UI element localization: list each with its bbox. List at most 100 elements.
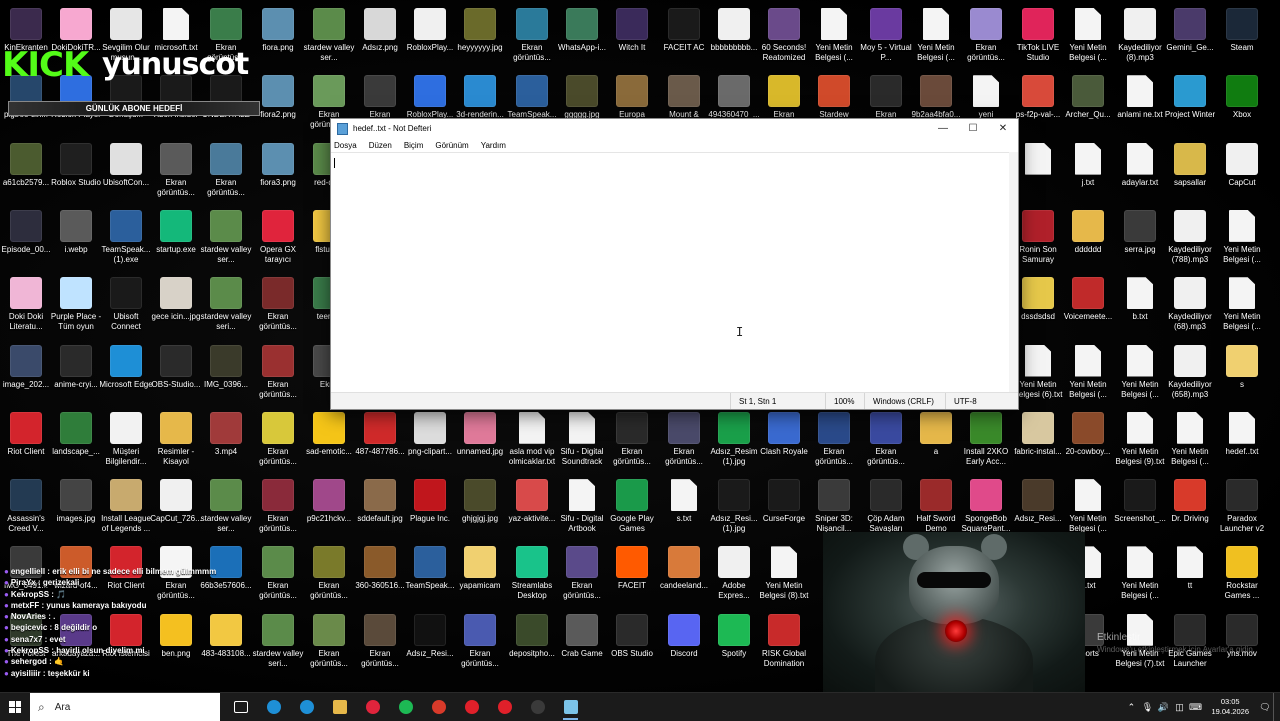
desktop-icon[interactable]: Yeni Metin Belgesi (9).txt xyxy=(1114,408,1166,474)
desktop-icon[interactable]: Moy 5 - Virtual P... xyxy=(860,4,912,70)
desktop-icon[interactable]: Project Winter xyxy=(1164,71,1216,137)
desktop-icon[interactable]: IMG_0396... xyxy=(200,341,252,407)
desktop-icon[interactable]: Xbox xyxy=(1216,71,1268,137)
desktop-icon[interactable]: ps-f2p-val-... xyxy=(1012,71,1064,137)
desktop-icon[interactable]: Ekran görüntüs... xyxy=(200,139,252,205)
desktop-icon[interactable]: Doki Doki Literatu... xyxy=(0,273,52,339)
desktop-icon[interactable]: i.webp xyxy=(50,206,102,272)
desktop-icon[interactable]: Ekran görüntüs... xyxy=(506,4,558,70)
desktop-icon[interactable]: Install 2XKO Early Acc... xyxy=(960,408,1012,474)
desktop-icon[interactable]: Yeni Metin Belgesi (... xyxy=(808,4,860,70)
desktop-icon[interactable]: Sifu - Digital Soundtrack xyxy=(556,408,608,474)
desktop-icon[interactable]: Yeni Metin Belgesi (... xyxy=(910,4,962,70)
desktop-icon[interactable]: j.txt xyxy=(1062,139,1114,205)
desktop-icon[interactable]: CapCut_726... xyxy=(150,475,202,541)
desktop-icon[interactable]: Steam xyxy=(1216,4,1268,70)
notepad-titlebar[interactable]: hedef..txt - Not Defteri — ☐ ✕ xyxy=(331,119,1018,138)
desktop-icon[interactable]: stardew valley ser... xyxy=(303,4,355,70)
desktop-icon[interactable]: yaz-aktivite... xyxy=(506,475,558,541)
taskbar-file-explorer-button[interactable] xyxy=(323,693,356,721)
desktop-icon[interactable]: Yeni Metin Belgesi (... xyxy=(1216,206,1268,272)
taskbar-app-red-button[interactable] xyxy=(488,693,521,721)
desktop-icon[interactable]: anlami ne.txt xyxy=(1114,71,1166,137)
desktop-icon[interactable]: Yeni Metin Belgesi (... xyxy=(1114,341,1166,407)
desktop-icon[interactable]: Clash Royale xyxy=(758,408,810,474)
menu-help[interactable]: Yardım xyxy=(481,141,506,150)
keyboard-icon[interactable]: ⌨ xyxy=(1187,702,1203,713)
desktop-icon[interactable]: dddddd xyxy=(1062,206,1114,272)
text-editor-area[interactable]: I xyxy=(331,152,1009,392)
desktop-icon[interactable]: serra.jpg xyxy=(1114,206,1166,272)
desktop-icon[interactable]: dssdsdsd xyxy=(1012,273,1064,339)
clock[interactable]: 03:05 19.04.2026 xyxy=(1203,697,1257,717)
desktop-icon[interactable]: Assassin's Creed V... xyxy=(0,475,52,541)
desktop-icon[interactable]: FACEIT AC xyxy=(658,4,710,70)
desktop-icon[interactable]: Paradox Launcher v2 xyxy=(1216,475,1268,541)
desktop-icon[interactable]: heyyyyyy.jpg xyxy=(454,4,506,70)
menu-file[interactable]: Dosya xyxy=(334,141,357,150)
vertical-scrollbar[interactable] xyxy=(1009,152,1018,392)
desktop-icon[interactable]: FACEIT xyxy=(606,542,658,608)
desktop-icon[interactable]: 360-360516... xyxy=(354,542,406,608)
taskbar-edge-2-button[interactable] xyxy=(290,693,323,721)
taskbar-opera-gx-button[interactable] xyxy=(356,693,389,721)
desktop-icon[interactable]: p9c21hckv... xyxy=(303,475,355,541)
desktop-icon[interactable]: Rockstar Games ... xyxy=(1216,542,1268,608)
desktop-icon[interactable]: Müşteri Bilgilendir... xyxy=(100,408,152,474)
desktop-icon[interactable]: Ekran görüntüs... xyxy=(556,542,608,608)
desktop-icon[interactable]: depositpho... xyxy=(506,610,558,676)
desktop-icon[interactable]: Ekran görüntüs... xyxy=(860,408,912,474)
desktop-icon[interactable]: Adsız_Resi... xyxy=(404,610,456,676)
desktop-icon[interactable]: Ekran görüntüs... xyxy=(252,408,304,474)
minimize-button[interactable]: — xyxy=(928,119,958,138)
desktop-icon[interactable]: Voicemeete... xyxy=(1062,273,1114,339)
desktop-icon[interactable]: adaylar.txt xyxy=(1114,139,1166,205)
desktop-icon[interactable]: bbbbbbbbb... xyxy=(708,4,760,70)
maximize-button[interactable]: ☐ xyxy=(958,119,988,138)
taskbar-task-view-button[interactable] xyxy=(224,693,257,721)
desktop-icon[interactable]: Discord xyxy=(658,610,710,676)
desktop-icon[interactable]: gece icin...jpg xyxy=(150,273,202,339)
desktop-icon[interactable]: Yeni Metin Belgesi (6).txt xyxy=(1012,341,1064,407)
desktop-icon[interactable]: Dr. Driving xyxy=(1164,475,1216,541)
desktop-icon[interactable]: Episode_00... xyxy=(0,206,52,272)
desktop-icon[interactable]: RobloxPlay... xyxy=(404,4,456,70)
desktop-icon[interactable]: Yeni Metin Belgesi (... xyxy=(1062,4,1114,70)
desktop-icon[interactable]: Adobe Expres... xyxy=(708,542,760,608)
notification-icon[interactable]: 🗨 xyxy=(1257,702,1273,713)
desktop-icon[interactable]: s xyxy=(1216,341,1268,407)
taskbar-search[interactable]: ⌕ Ara xyxy=(30,693,220,721)
desktop-icon[interactable]: Archer_Qu... xyxy=(1062,71,1114,137)
desktop-icon[interactable]: Sifu - Digital Artbook xyxy=(556,475,608,541)
desktop-icon[interactable]: Yeni Metin Belgesi (... xyxy=(1216,273,1268,339)
menu-view[interactable]: Görünüm xyxy=(435,141,468,150)
desktop-icon[interactable]: 20-cowboy... xyxy=(1062,408,1114,474)
desktop-icon[interactable]: fabric-instal... xyxy=(1012,408,1064,474)
desktop-icon[interactable]: unnamed.jpg xyxy=(454,408,506,474)
desktop-icon[interactable]: stardew valley seri... xyxy=(200,273,252,339)
taskbar-spotify-button[interactable] xyxy=(389,693,422,721)
desktop-icon[interactable]: UbisoftCon... xyxy=(100,139,152,205)
desktop-icon[interactable]: Purple Place - Tüm oyun xyxy=(50,273,102,339)
desktop-icon[interactable]: Riot Client xyxy=(0,408,52,474)
desktop-icon[interactable]: Ekran görüntüs... xyxy=(150,139,202,205)
desktop-icon[interactable]: sapsallar xyxy=(1164,139,1216,205)
network-icon[interactable]: ◫ xyxy=(1171,702,1187,713)
desktop-icon[interactable]: Yeni Metin Belgesi (... xyxy=(1114,542,1166,608)
desktop-icon[interactable]: Ubisoft Connect xyxy=(100,273,152,339)
desktop-icon[interactable]: CapCut xyxy=(1216,139,1268,205)
desktop-icon[interactable]: CurseForge xyxy=(758,475,810,541)
desktop-icon[interactable]: 60 Seconds! Reatomized xyxy=(758,4,810,70)
desktop-icon[interactable]: image_202... xyxy=(0,341,52,407)
desktop-icon[interactable]: Ekran görüntüs... xyxy=(252,273,304,339)
desktop-icon[interactable]: images.jpg xyxy=(50,475,102,541)
desktop-icon[interactable]: Resimler - Kisayol xyxy=(150,408,202,474)
desktop-icon[interactable]: anime-cryi... xyxy=(50,341,102,407)
desktop-icon[interactable] xyxy=(1012,139,1064,205)
desktop-icon[interactable]: asla mod vip olmicaklar.txt xyxy=(506,408,558,474)
desktop-icon[interactable]: Microsoft Edge xyxy=(99,341,153,407)
desktop-icon[interactable]: Crab Game xyxy=(556,610,608,676)
desktop-icon[interactable]: png-clipart... xyxy=(404,408,456,474)
desktop-icon[interactable]: candeeland... xyxy=(658,542,710,608)
desktop-icon[interactable]: Roblox Studio xyxy=(50,139,102,205)
